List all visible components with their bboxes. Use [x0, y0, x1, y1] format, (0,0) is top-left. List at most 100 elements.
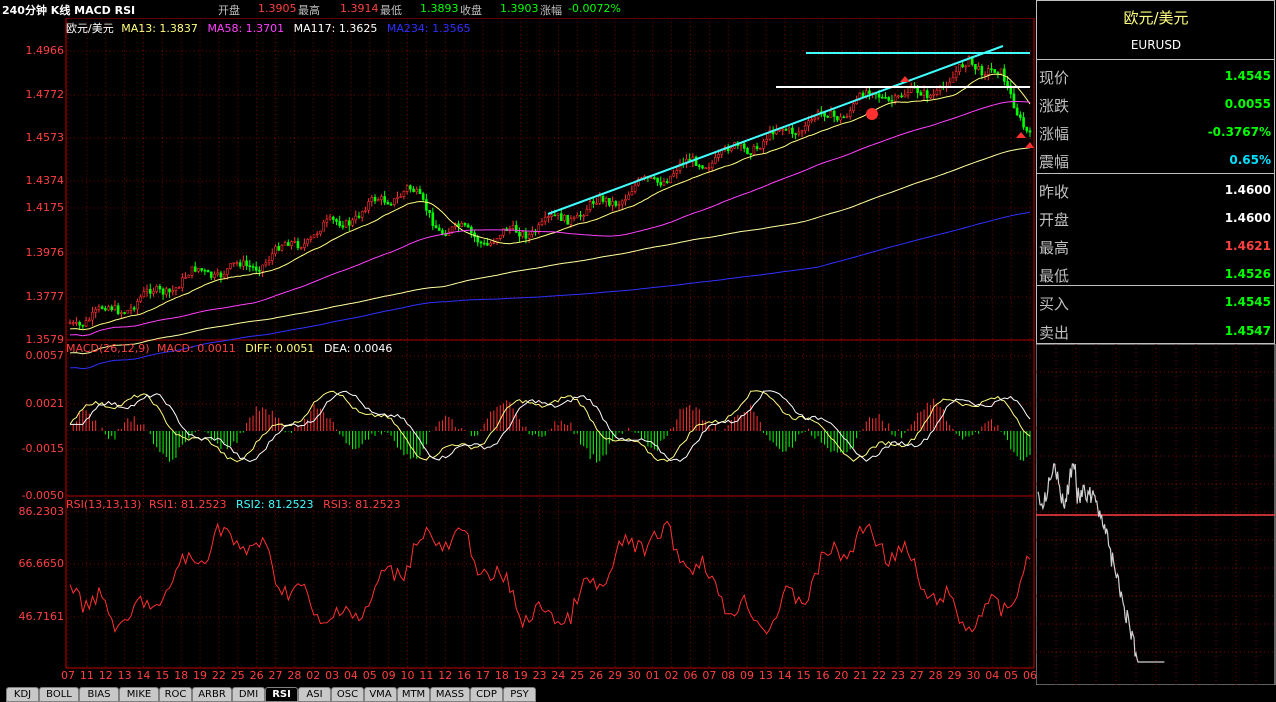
candle-body [181, 277, 184, 288]
candle-body [248, 265, 252, 268]
tab-mass[interactable]: MASS [430, 687, 470, 702]
x-axis-tick: 26 [249, 669, 264, 682]
x-axis-tick: 05 [1004, 669, 1019, 682]
candle-body [916, 87, 919, 93]
candle-body [319, 230, 322, 235]
candle-body [656, 177, 659, 183]
candle-body [409, 185, 412, 190]
tab-kdj[interactable]: KDJ [6, 687, 39, 702]
candle-body [710, 162, 714, 169]
x-axis-tick: 13 [117, 669, 132, 682]
tab-osc[interactable]: OSC [331, 687, 364, 702]
candle-body [184, 277, 187, 279]
tab-boll[interactable]: BOLL [39, 687, 79, 702]
candle-body [701, 165, 704, 169]
candle-body [842, 116, 846, 119]
candle-body [200, 268, 203, 271]
tab-mtm[interactable]: MTM [397, 687, 430, 702]
candle-body [627, 194, 630, 200]
macd-y-tick: 0.0021 [25, 397, 65, 410]
low-label: 最低 [380, 4, 402, 17]
x-axis-tick: 22 [211, 669, 226, 682]
macd-legend: MACD(26,12,9) MACD: 0.0011 DIFF: 0.0051 … [66, 342, 392, 355]
candle-body [376, 199, 380, 202]
candle-body [900, 95, 903, 98]
price-y-tick: 1.4175 [25, 201, 65, 214]
tab-dmi[interactable]: DMI [232, 687, 265, 702]
quote-row: 开盘 1.4600 [1037, 203, 1275, 232]
candle-body [778, 129, 781, 132]
candle-body [739, 143, 743, 146]
candle-body [659, 182, 663, 186]
candle-body [759, 147, 762, 150]
tab-bias[interactable]: BIAS [79, 687, 119, 702]
quote-value: 1.4621 [1224, 239, 1271, 253]
candle-body [120, 312, 123, 315]
price-y-tick: 1.4573 [25, 131, 65, 144]
quote-name: 欧元/美元 [1123, 9, 1189, 27]
quote-label: 开盘 [1039, 211, 1070, 229]
tab-asi[interactable]: ASI [298, 687, 331, 702]
rsi-y-tick: 86.2303 [18, 505, 65, 518]
candle-body [559, 213, 563, 221]
tab-roc[interactable]: ROC [159, 687, 192, 702]
candle-body [270, 253, 274, 261]
candle-body [537, 224, 541, 233]
x-axis-tick: 02 [306, 669, 321, 682]
candle-body [977, 66, 980, 70]
legend-dea-value: DEA: 0.0046 [323, 342, 393, 355]
candle-body [328, 216, 332, 220]
quote-label: 最高 [1039, 239, 1070, 257]
quote-panel: 欧元/美元 EURUSD 现价 1.4545 涨跌 0.0055 涨幅 -0.3767% 震… [1036, 0, 1275, 344]
tab-vma[interactable]: VMA [364, 687, 397, 702]
quote-label: 买入 [1039, 295, 1070, 313]
x-axis-tick: 15 [155, 669, 170, 682]
candle-body [399, 196, 403, 198]
candle-body [868, 90, 871, 95]
candle-body [521, 231, 525, 237]
candle-body [547, 216, 550, 218]
candle-body [649, 177, 653, 179]
candle-body [87, 319, 91, 322]
quote-label: 现价 [1039, 69, 1070, 87]
quote-value: 1.4545 [1224, 295, 1271, 309]
tab-mike[interactable]: MIKE [119, 687, 159, 702]
x-axis-tick: 24 [551, 669, 566, 682]
close-value: 1.3903 [500, 2, 539, 15]
candle-body [611, 201, 614, 206]
tab-arbr[interactable]: ARBR [192, 687, 232, 702]
x-axis-tick: 26 [589, 669, 604, 682]
dea-line [70, 390, 1031, 463]
candle-body [174, 287, 178, 291]
candle-body [309, 237, 313, 240]
rsi-legend: RSI(13,13,13) RSI1: 81.2523 RSI2: 81.252… [66, 498, 401, 511]
candle-body [466, 224, 470, 228]
candle-body [155, 285, 158, 292]
candle-body [113, 305, 117, 310]
intraday-chart[interactable] [1036, 344, 1276, 686]
x-axis-tick: 15 [796, 669, 811, 682]
quote-label: 涨跌 [1039, 97, 1070, 115]
tab-rsi[interactable]: RSI [265, 687, 298, 702]
tab-cdp[interactable]: CDP [470, 687, 503, 702]
candle-body [964, 65, 968, 68]
candle-body [848, 110, 852, 117]
candle-body [556, 213, 560, 216]
candle-body [463, 222, 467, 226]
candle-body [996, 72, 1000, 75]
indicator-tabs: KDJ BOLL BIAS MIKE ROC ARBR DMI RSI ASI OSC VMA MTM… [0, 685, 1276, 702]
candle-body [893, 95, 897, 102]
candle-body [354, 215, 358, 221]
candle-body [206, 270, 210, 273]
high-label: 最高 [298, 4, 320, 17]
candle-body [110, 306, 114, 310]
candle-body [344, 220, 348, 228]
candle-body [107, 306, 110, 311]
tab-psy[interactable]: PSY [503, 687, 536, 702]
candle-body [922, 90, 926, 96]
candle-body [165, 288, 168, 295]
diff-line [69, 390, 1031, 463]
price-y-tick: 1.4374 [25, 174, 65, 187]
candle-body [1022, 117, 1025, 128]
candle-body [961, 64, 964, 68]
